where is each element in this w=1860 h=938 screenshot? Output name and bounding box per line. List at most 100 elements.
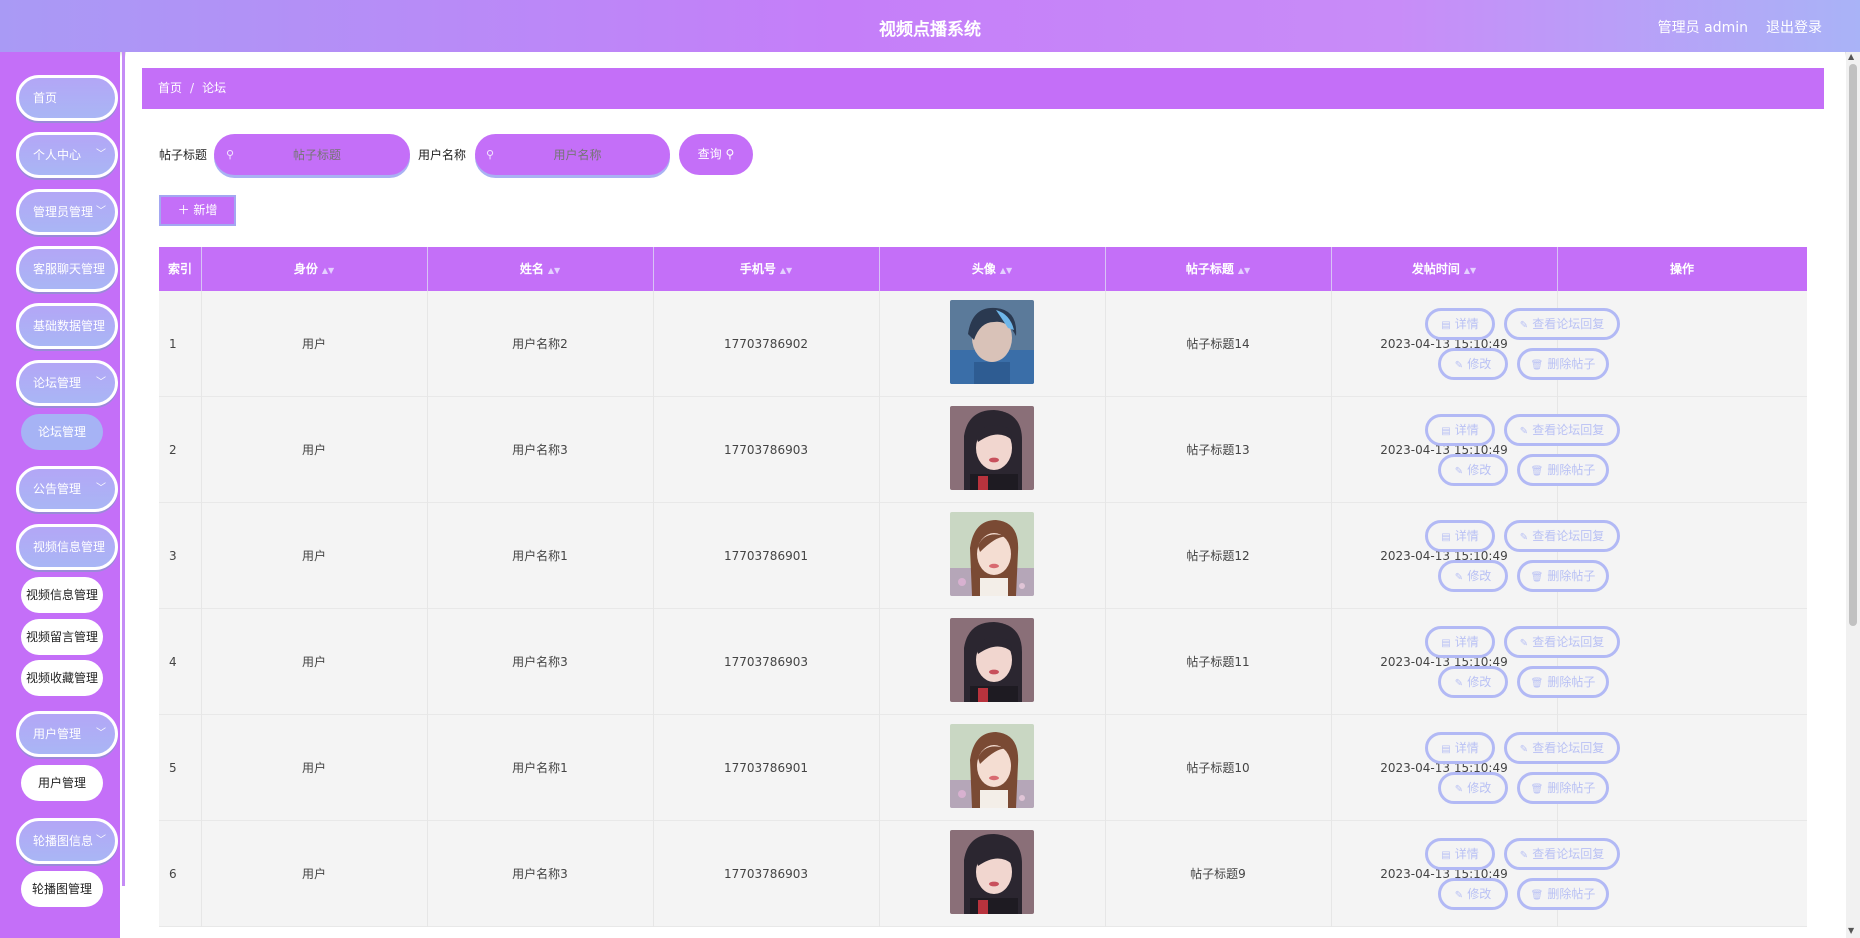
sidebar-item-carousel[interactable]: 轮播图信息 ﹀ [16, 818, 118, 864]
edit-button[interactable]: ✎ 修改 [1438, 666, 1508, 698]
sidebar-item-label: 个人中心 [33, 148, 82, 162]
column-header-avatar[interactable]: 头像 ▲▼ [879, 247, 1105, 291]
edit-icon: ✎ [1454, 784, 1464, 795]
scrollbar-thumb[interactable] [1849, 64, 1857, 626]
scroll-up-arrow-icon[interactable]: ▲ [1848, 52, 1854, 61]
avatar[interactable] [950, 724, 1034, 808]
view-reply-button[interactable]: ✎ 查看论坛回复 [1504, 838, 1620, 870]
breadcrumb-home[interactable]: 首页 [158, 81, 182, 95]
view-reply-button[interactable]: ✎ 查看论坛回复 [1504, 732, 1620, 764]
detail-button[interactable]: ▤ 详情 [1425, 308, 1495, 340]
row-phone: 17703786903 [724, 443, 808, 457]
edit-button[interactable]: ✎ 修改 [1438, 878, 1508, 910]
scroll-down-arrow-icon[interactable]: ▼ [1848, 926, 1854, 935]
username-input[interactable] [475, 134, 670, 175]
sidebar-subitem-video-favorites[interactable]: 视频收藏管理 [21, 660, 103, 696]
delete-post-button[interactable]: 🗑 删除帖子 [1517, 348, 1609, 380]
delete-post-button[interactable]: 🗑 删除帖子 [1517, 772, 1609, 804]
delete-post-button[interactable]: 🗑 删除帖子 [1517, 666, 1609, 698]
avatar[interactable] [950, 300, 1034, 384]
column-divider [1331, 821, 1332, 927]
trash-icon: 🗑 [1530, 360, 1544, 371]
sidebar-subitem-carousel[interactable]: 轮播图管理 [21, 871, 103, 907]
column-divider [1105, 503, 1106, 609]
row-role: 用户 [301, 761, 326, 775]
column-header-title[interactable]: 帖子标题 ▲▼ [1105, 247, 1331, 291]
edit-icon: ✎ [1454, 466, 1464, 477]
sidebar-item-home[interactable]: 首页 [16, 75, 118, 121]
detail-button[interactable]: ▤ 详情 [1425, 520, 1495, 552]
edit-button[interactable]: ✎ 修改 [1438, 348, 1508, 380]
sort-icon[interactable]: ▲▼ [1238, 266, 1250, 275]
query-button[interactable]: 查询 ⚲ [679, 134, 753, 175]
view-reply-button[interactable]: ✎ 查看论坛回复 [1504, 520, 1620, 552]
sort-icon[interactable]: ▲▼ [548, 266, 560, 275]
vertical-scrollbar[interactable]: ▲ ▼ [1846, 52, 1860, 938]
row-index: 3 [169, 549, 177, 563]
sidebar-subitem-video-info[interactable]: 视频信息管理 [21, 577, 103, 613]
delete-post-button[interactable]: 🗑 删除帖子 [1517, 560, 1609, 592]
row-post-title: 帖子标题14 [1186, 337, 1250, 351]
detail-button[interactable]: ▤ 详情 [1425, 414, 1495, 446]
view-reply-button[interactable]: ✎ 查看论坛回复 [1504, 308, 1620, 340]
sidebar-item-user[interactable]: 用户管理 ﹀ [16, 711, 118, 757]
row-index: 5 [169, 761, 177, 775]
add-button[interactable]: ＋ 新增 [159, 195, 236, 226]
post-title-input[interactable] [214, 134, 410, 175]
view-reply-button-label: 查看论坛回复 [1532, 635, 1605, 649]
sidebar-item-notice[interactable]: 公告管理 ﹀ [16, 466, 118, 512]
detail-button[interactable]: ▤ 详情 [1425, 732, 1495, 764]
row-role: 用户 [301, 655, 326, 669]
view-reply-button-label: 查看论坛回复 [1532, 741, 1605, 755]
column-divider [201, 291, 202, 397]
detail-button[interactable]: ▤ 详情 [1425, 626, 1495, 658]
detail-button[interactable]: ▤ 详情 [1425, 838, 1495, 870]
delete-post-button[interactable]: 🗑 删除帖子 [1517, 454, 1609, 486]
column-divider [1105, 821, 1106, 927]
edit-icon: ✎ [1519, 426, 1529, 437]
edit-icon: ✎ [1454, 890, 1464, 901]
column-divider [1557, 291, 1558, 397]
sort-icon[interactable]: ▲▼ [780, 266, 792, 275]
column-divider [879, 821, 880, 927]
column-divider [1331, 715, 1332, 821]
avatar[interactable] [950, 512, 1034, 596]
edit-button[interactable]: ✎ 修改 [1438, 772, 1508, 804]
sort-icon[interactable]: ▲▼ [322, 266, 334, 275]
edit-icon: ✎ [1519, 532, 1529, 543]
sidebar-item-admin[interactable]: 管理员管理 ﹀ [16, 189, 118, 235]
sort-icon[interactable]: ▲▼ [1000, 266, 1012, 275]
row-avatar-cell [879, 291, 1105, 397]
sidebar-subitem-forum[interactable]: 论坛管理 [21, 414, 103, 450]
row-post-time: 2023-04-13 15:10:49 [1380, 867, 1508, 881]
document-icon: ▤ [1441, 850, 1451, 861]
edit-button[interactable]: ✎ 修改 [1438, 560, 1508, 592]
column-divider [427, 821, 428, 927]
document-icon: ▤ [1441, 532, 1451, 543]
sort-icon[interactable]: ▲▼ [1464, 266, 1476, 275]
column-header-name[interactable]: 姓名 ▲▼ [427, 247, 653, 291]
sidebar-subitem-user[interactable]: 用户管理 [21, 765, 103, 801]
document-icon: ▤ [1441, 638, 1451, 649]
view-reply-button[interactable]: ✎ 查看论坛回复 [1504, 414, 1620, 446]
column-header-role[interactable]: 身份 ▲▼ [201, 247, 427, 291]
sidebar-item-basic-data[interactable]: 基础数据管理 [16, 303, 118, 349]
sidebar-item-profile[interactable]: 个人中心 ﹀ [16, 132, 118, 178]
logout-link[interactable]: 退出登录 [1766, 17, 1822, 37]
search-icon: ⚲ [725, 147, 735, 161]
delete-post-button-label: 删除帖子 [1547, 781, 1596, 795]
avatar[interactable] [950, 830, 1034, 914]
delete-post-button[interactable]: 🗑 删除帖子 [1517, 878, 1609, 910]
column-header-phone[interactable]: 手机号 ▲▼ [653, 247, 879, 291]
column-header-time[interactable]: 发帖时间 ▲▼ [1331, 247, 1557, 291]
sidebar-item-chat[interactable]: 客服聊天管理 [16, 246, 118, 292]
view-reply-button[interactable]: ✎ 查看论坛回复 [1504, 626, 1620, 658]
column-header-actions: 操作 [1669, 262, 1694, 276]
avatar[interactable] [950, 406, 1034, 490]
avatar[interactable] [950, 618, 1034, 702]
sidebar-item-video[interactable]: 视频信息管理 [16, 524, 118, 570]
sidebar-item-forum[interactable]: 论坛管理 ﹀ [16, 360, 118, 406]
sidebar-subitem-video-comments[interactable]: 视频留言管理 [21, 619, 103, 655]
table-row: 6 用户 用户名称3 17703786903 帖子标题9 2023-04-13 15:10… [159, 821, 1807, 927]
edit-button[interactable]: ✎ 修改 [1438, 454, 1508, 486]
